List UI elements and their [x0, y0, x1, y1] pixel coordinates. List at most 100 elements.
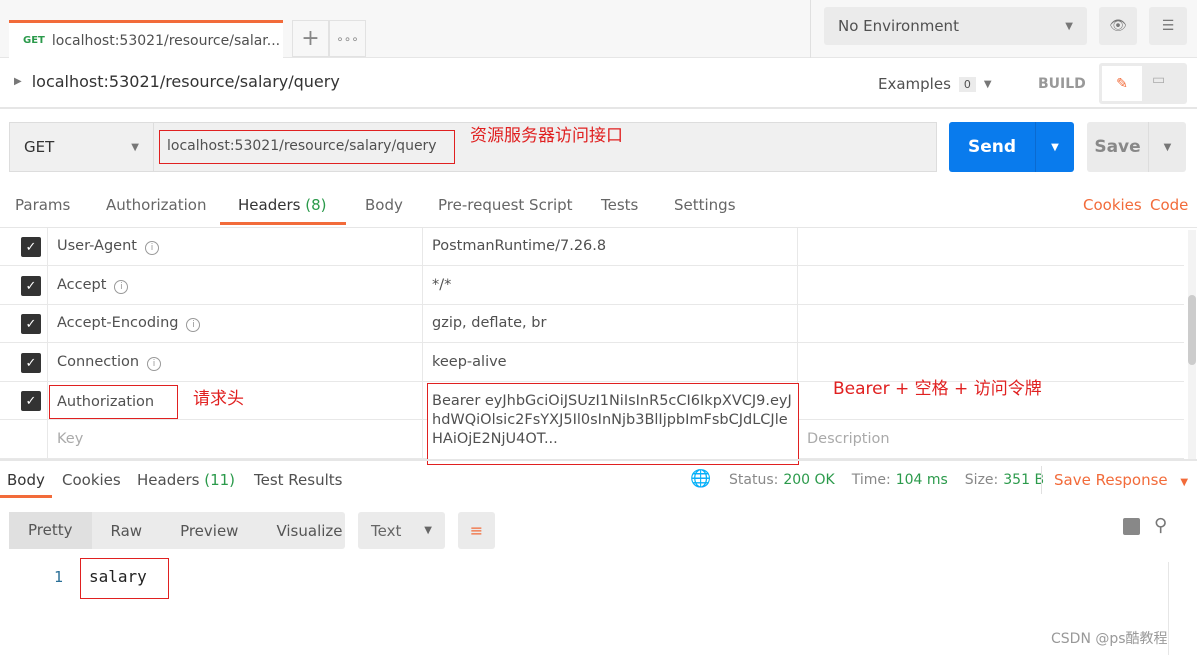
search-icon[interactable]: ⚲: [1154, 515, 1167, 536]
key-text: Connection: [57, 354, 140, 370]
tab-params[interactable]: Params: [15, 196, 70, 214]
divider: [1168, 562, 1169, 655]
divider: [810, 0, 811, 58]
chevron-down-icon: ▼: [1180, 477, 1189, 488]
divider: [1041, 466, 1042, 494]
checkbox-checked[interactable]: ✓: [21, 391, 41, 411]
chevron-down-icon: ▼: [983, 78, 992, 90]
header-key[interactable]: Accept-Encoding i: [57, 315, 201, 332]
environment-select[interactable]: No Environment ▼: [824, 7, 1087, 45]
method-select[interactable]: GET ▼: [9, 122, 154, 172]
tab-label: Headers: [137, 471, 200, 489]
caret-right-icon[interactable]: ▶: [14, 76, 22, 87]
checkbox-checked[interactable]: ✓: [21, 237, 41, 257]
tab-body[interactable]: Body: [365, 196, 403, 214]
header-key[interactable]: User-Agent i: [57, 238, 159, 255]
size-value: 351 B: [1003, 472, 1045, 488]
time-label: Time:: [851, 472, 891, 488]
header-row: ✓ Accept i */*: [0, 267, 1184, 305]
new-tab-button[interactable]: +: [292, 20, 329, 57]
request-name: localhost:53021/resource/salary/query: [31, 72, 340, 91]
header-value[interactable]: PostmanRuntime/7.26.8: [432, 238, 606, 254]
save-response-button[interactable]: Save Response ▼: [1054, 471, 1188, 489]
checkbox-checked[interactable]: ✓: [21, 314, 41, 334]
examples-dropdown[interactable]: Examples 0 ▼: [878, 75, 992, 93]
code-link[interactable]: Code: [1150, 196, 1188, 214]
request-tab[interactable]: GET localhost:53021/resource/salar...: [9, 20, 283, 58]
view-pretty[interactable]: Pretty: [9, 512, 92, 549]
header-value[interactable]: keep-alive: [432, 354, 507, 370]
copy-icon[interactable]: [1123, 518, 1140, 535]
key-input[interactable]: Key: [57, 431, 83, 447]
tab-headers-label: Headers: [238, 196, 301, 214]
tab-method: GET: [23, 35, 45, 46]
description-input[interactable]: Description: [807, 431, 890, 447]
info-icon: i: [147, 357, 162, 371]
info-icon: i: [186, 318, 201, 332]
key-text: Accept: [57, 277, 107, 293]
annotation-bearer: Bearer + 空格 + 访问令牌: [833, 379, 1042, 399]
cookies-link[interactable]: Cookies: [1083, 196, 1142, 214]
build-label[interactable]: BUILD: [1038, 76, 1086, 92]
response-body: salary: [80, 558, 169, 599]
info-icon: i: [144, 241, 159, 255]
header-row: ✓ User-Agent i PostmanRuntime/7.26.8: [0, 228, 1184, 266]
view-visualize[interactable]: Visualize: [257, 522, 361, 540]
info-icon: i: [114, 280, 129, 294]
environment-label: No Environment: [838, 17, 959, 35]
examples-label: Examples: [878, 75, 951, 93]
tab-tests[interactable]: Tests: [601, 196, 638, 214]
chevron-down-icon: ▼: [424, 525, 432, 536]
scrollbar-thumb[interactable]: [1188, 295, 1196, 365]
view-raw[interactable]: Raw: [92, 522, 162, 540]
save-button[interactable]: Save ▼: [1087, 122, 1186, 172]
authorization-value[interactable]: Bearer eyJhbGciOiJSUzI1NiIsInR5cCI6IkpXV…: [427, 383, 799, 465]
globe-icon[interactable]: 🌐: [690, 469, 711, 489]
status-value: 200 OK: [783, 472, 835, 488]
url-value[interactable]: localhost:53021/resource/salary/query: [159, 130, 455, 164]
send-button[interactable]: Send ▼: [949, 122, 1074, 172]
chevron-down-icon: ▼: [131, 141, 139, 153]
tab-headers[interactable]: Headers (8): [238, 196, 326, 214]
tab-title: localhost:53021/resource/salar...: [51, 32, 281, 49]
response-meta: Status: 200 OK Time: 104 ms Size: 351 B: [729, 472, 1044, 488]
more-tabs-button[interactable]: ∘∘∘: [329, 20, 366, 57]
header-key[interactable]: Accept i: [57, 277, 129, 294]
eye-icon: 👁: [1109, 18, 1127, 34]
checkbox-checked[interactable]: ✓: [21, 353, 41, 373]
annotation-url: 资源服务器访问接口: [470, 126, 623, 146]
response-tab-cookies[interactable]: Cookies: [62, 471, 121, 489]
response-tab-body[interactable]: Body: [7, 471, 45, 489]
wrap-lines-icon[interactable]: ≡: [458, 512, 495, 549]
response-tab-headers[interactable]: Headers (11): [137, 471, 235, 489]
breadcrumb: ▶ localhost:53021/resource/salary/query: [14, 72, 340, 91]
view-preview[interactable]: Preview: [161, 522, 257, 540]
active-tab-indicator: [0, 495, 52, 498]
headers-count: (8): [305, 196, 327, 214]
header-value[interactable]: */*: [432, 277, 451, 293]
header-key[interactable]: Authorization: [49, 385, 178, 419]
edit-pencil-icon[interactable]: ✎: [1102, 66, 1142, 101]
annotation-header: 请求头: [193, 389, 244, 409]
scrollbar[interactable]: [1188, 230, 1196, 460]
response-tab-test-results[interactable]: Test Results: [254, 471, 342, 489]
key-text: Accept-Encoding: [57, 315, 179, 331]
tab-pre-request-script[interactable]: Pre-request Script: [438, 196, 573, 214]
view-mode-group: Pretty Raw Preview Visualize: [9, 512, 345, 549]
header-value[interactable]: gzip, deflate, br: [432, 315, 546, 331]
divider: [0, 459, 1197, 461]
tab-settings[interactable]: Settings: [674, 196, 736, 214]
examples-count: 0: [958, 76, 976, 92]
comment-icon[interactable]: ▭: [1152, 72, 1165, 88]
chevron-down-icon[interactable]: ▼: [1148, 122, 1186, 172]
sliders-icon: ☰: [1161, 18, 1175, 34]
chevron-down-icon[interactable]: ▼: [1035, 122, 1074, 172]
eye-button[interactable]: 👁: [1099, 7, 1137, 45]
format-select[interactable]: Text ▼: [358, 512, 445, 549]
header-row: ✓ Accept-Encoding i gzip, deflate, br: [0, 305, 1184, 343]
tab-authorization[interactable]: Authorization: [106, 196, 206, 214]
watermark: CSDN @ps酷教程: [1051, 631, 1168, 647]
checkbox-checked[interactable]: ✓: [21, 276, 41, 296]
settings-button[interactable]: ☰: [1149, 7, 1187, 45]
header-key[interactable]: Connection i: [57, 354, 162, 371]
